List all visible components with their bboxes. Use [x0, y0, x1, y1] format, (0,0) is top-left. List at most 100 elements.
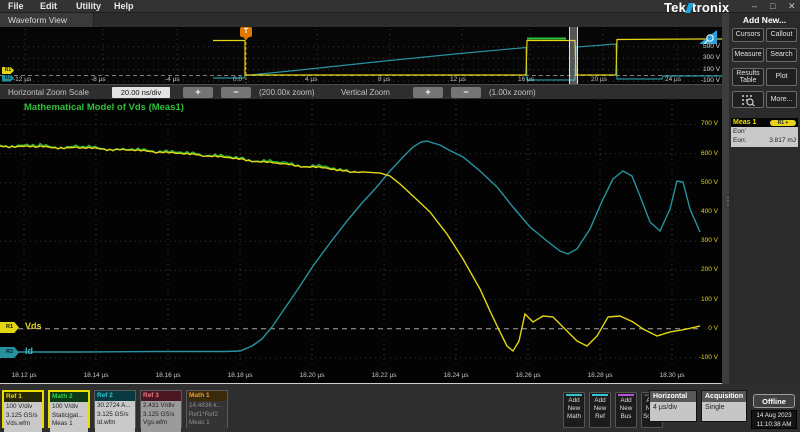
main-axis-tick-label: 0 V [686, 325, 718, 332]
main-axis-tick-label: 18.22 µs [362, 372, 406, 379]
tab-strip: Waveform View [0, 13, 722, 27]
tektronix-scope-app: File Edit Utility Help Tektronix – □ ✕ W… [0, 0, 800, 432]
meas1-header[interactable]: Meas 1 R1 + [731, 118, 798, 127]
overview-axis-tick-label: 4 µs [305, 76, 317, 83]
main-axis-tick-label: 400 V [686, 208, 718, 215]
zoom-window-handle[interactable] [569, 27, 578, 84]
tab-waveform-view[interactable]: Waveform View [0, 13, 94, 27]
meas1-row2-label: Eon: [733, 137, 746, 144]
main-axis-tick-label: 18.20 µs [290, 372, 334, 379]
acquisition-title: Acquisition [702, 391, 746, 402]
main-waveforms [0, 99, 722, 383]
overview-plot[interactable]: T R1 R2 -12 µs-8 µs-4 µs0.04 µs8 µs12 µs… [0, 27, 722, 84]
vds-label: Vds [25, 321, 42, 331]
horizontal-panel[interactable]: Horizontal 4 µs/div [649, 390, 697, 422]
main-axis-tick-label: 100 V [686, 296, 718, 303]
main-axis-tick-label: 18.24 µs [434, 372, 478, 379]
minimize-icon[interactable]: – [752, 1, 757, 11]
close-icon[interactable]: ✕ [788, 1, 796, 12]
add-new-ref-button[interactable]: AddNewRef [589, 392, 611, 428]
overview-axis-tick-label: -4 µs [165, 76, 180, 83]
right-sidebar: Add New... Cursors Callout Measure Searc… [729, 13, 800, 384]
overview-axis-tick-label: -8 µs [91, 76, 106, 83]
v-zoom-plus-button[interactable]: + [413, 87, 443, 98]
main-axis-tick-label: 18.18 µs [218, 372, 262, 379]
main-axis-tick-label: 18.28 µs [578, 372, 622, 379]
waveform-view: Waveform View T R1 R2 -12 µs-8 µs-4 µs0.… [0, 13, 722, 384]
date: 14 Aug 2023 [752, 411, 796, 420]
main-axis-tick-label: -100 V [686, 354, 718, 361]
more-button[interactable]: More... [766, 91, 797, 108]
overview-axis-tick-label: 300 V [694, 54, 720, 61]
channel-badge-math1[interactable]: Math 1 14.4836 k...Ref1*Ref2Meas 1 [186, 390, 228, 428]
h-zoom-scale-label: Horizontal Zoom Scale [8, 88, 89, 97]
main-axis-tick-label: 500 V [686, 179, 718, 186]
bottom-bar: Ref 1 100 V/div3.125 GS/sVds.wfm Math 2 … [0, 384, 800, 432]
restore-icon[interactable]: □ [770, 1, 775, 11]
h-zoom-minus-button[interactable]: − [221, 87, 251, 98]
add-new-math-button[interactable]: AddNewMath [563, 392, 585, 428]
overview-axis-tick-label: -12 µs [13, 76, 31, 83]
menu-edit[interactable]: Edit [40, 1, 57, 11]
date-time: 14 Aug 2023 11:10:38 AM [751, 410, 797, 429]
panel-divider[interactable]: ⋮ [722, 13, 729, 384]
channel-badge-math2[interactable]: Math 2 100 V/divStatic|gat...Meas 1 [48, 390, 90, 428]
overview-axis-tick-label: 8 µs [378, 76, 390, 83]
search-button[interactable]: Search [766, 48, 797, 62]
menu-help[interactable]: Help [114, 1, 134, 11]
main-axis-tick-label: 300 V [686, 237, 718, 244]
time: 11:10:38 AM [752, 420, 796, 429]
add-new-bus-button[interactable]: AddNewBus [615, 392, 637, 428]
main-axis-tick-label: 18.14 µs [74, 372, 118, 379]
zoom-toolbar: Horizontal Zoom Scale 20.00 ns/div + − (… [0, 84, 722, 99]
results-table-button[interactable]: Results Table [732, 68, 764, 86]
acquisition-value: Single [702, 402, 746, 421]
v-zoom-label: Vertical Zoom [341, 88, 390, 97]
grid-search-icon [741, 94, 755, 106]
main-axis-tick-label: 18.12 µs [2, 372, 46, 379]
tab-label: Waveform View [8, 15, 67, 25]
search-results-icon-button[interactable] [732, 91, 764, 108]
add-new-header: Add New... [729, 15, 800, 25]
main-axis-tick-label: 700 V [686, 120, 718, 127]
meas1-results: Eon' Eon: 3.817 mJ [731, 127, 798, 147]
overview-axis-tick-label: 100 V [694, 66, 720, 73]
meas1-title: Meas 1 [733, 119, 756, 126]
overview-axis-tick-label: 0.0 [233, 76, 242, 83]
v-zoom-factor: (1.00x zoom) [489, 88, 536, 97]
overview-axis-tick-label: 12 µs [450, 76, 466, 83]
main-axis-tick-label: 18.30 µs [650, 372, 694, 379]
id-label: Id [25, 346, 33, 356]
trigger-marker[interactable]: T [240, 27, 252, 37]
main-axis-tick-label: 200 V [686, 266, 718, 273]
h-zoom-plus-button[interactable]: + [183, 87, 213, 98]
overview-axis-tick-label: 24 µs [665, 76, 681, 83]
plot-button[interactable]: Plot [766, 68, 797, 86]
main-axis-tick-label: 600 V [686, 150, 718, 157]
math-model-title: Mathematical Model of Vds (Meas1) [24, 102, 184, 113]
callout-button[interactable]: Callout [766, 28, 797, 42]
menu-file[interactable]: File [8, 1, 24, 11]
cursors-button[interactable]: Cursors [732, 28, 764, 42]
horizontal-title: Horizontal [650, 391, 696, 402]
menu-utility[interactable]: Utility [76, 1, 101, 11]
overview-axis-tick-label: 16 µs [518, 76, 534, 83]
meas1-source-badge[interactable]: R1 + [770, 120, 796, 126]
channel-badge-ref3[interactable]: Ref 3 2.431 V/div3.125 GS/sVgs.wfm [140, 390, 182, 428]
measure-button[interactable]: Measure [732, 48, 764, 62]
acquisition-panel[interactable]: Acquisition Single [701, 390, 747, 422]
h-zoom-factor: (200.00x zoom) [259, 88, 315, 97]
overview-axis-tick-label: 20 µs [591, 76, 607, 83]
meas1-row2-value: 3.817 mJ [769, 136, 796, 145]
h-zoom-scale-value[interactable]: 20.00 ns/div [112, 87, 170, 98]
offline-button[interactable]: Offline [753, 394, 795, 408]
main-axis-tick-label: 18.16 µs [146, 372, 190, 379]
channel-badge-ref1[interactable]: Ref 1 100 V/div3.125 GS/sVds.wfm [2, 390, 44, 428]
horizontal-value: 4 µs/div [650, 402, 696, 421]
channel-badge-ref2[interactable]: Ref 2 30.2724 A...3.125 GS/sId.wfm [94, 390, 136, 428]
overview-waveforms [0, 27, 722, 84]
overview-axis-tick-label: 500 V [694, 43, 720, 50]
meas1-row1: Eon' [733, 128, 746, 135]
v-zoom-minus-button[interactable]: − [451, 87, 481, 98]
main-plot[interactable]: Mathematical Model of Vds (Meas1) R1 Vds… [0, 99, 722, 383]
